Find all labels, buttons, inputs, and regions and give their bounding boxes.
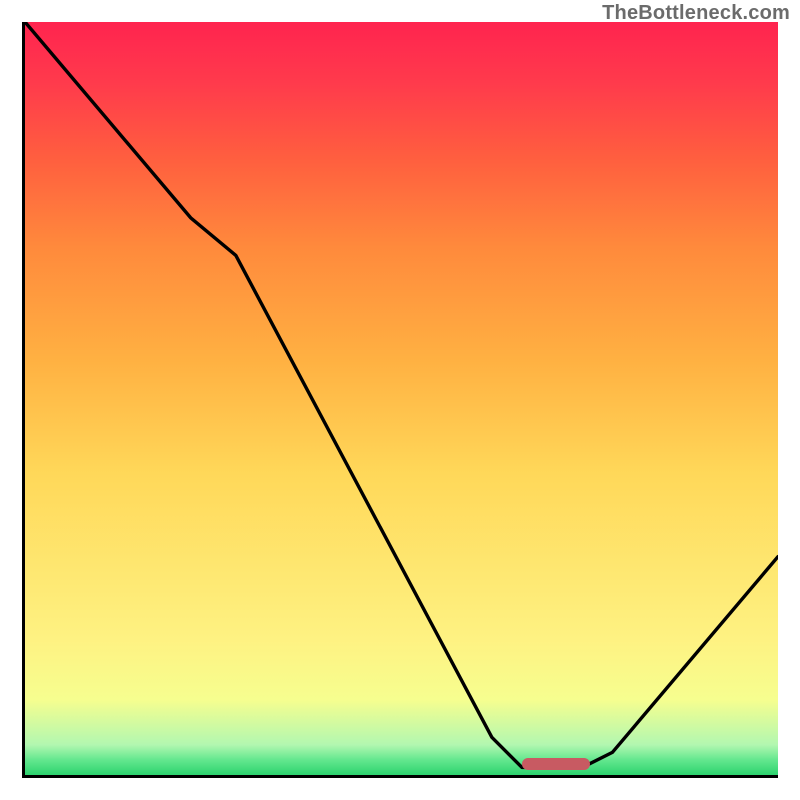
chart-container: TheBottleneck.com [0,0,800,800]
plot-area [22,22,778,778]
bottleneck-curve [25,22,778,767]
optimal-marker [522,758,590,770]
curve-overlay [25,22,778,775]
